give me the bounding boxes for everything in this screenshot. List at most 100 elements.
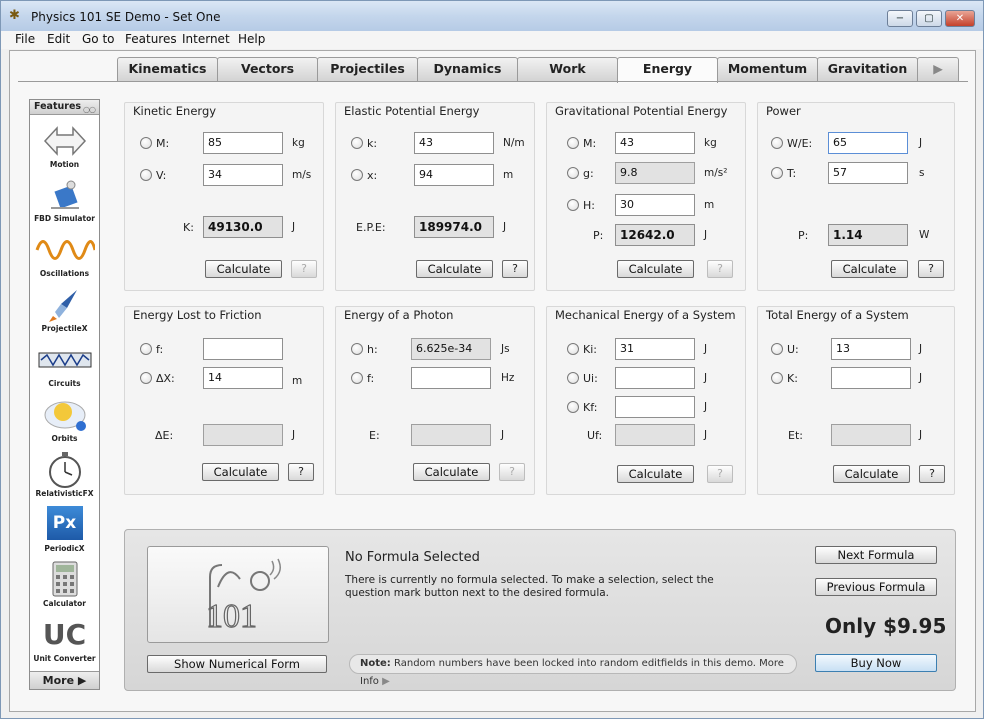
displacement-unit: m — [503, 169, 514, 181]
panel-title: Energy of a Photon — [344, 308, 454, 322]
menu-features[interactable]: Features — [125, 32, 177, 46]
time-field[interactable]: 57 — [828, 162, 908, 184]
formula-help-button[interactable]: ? — [499, 463, 525, 481]
radio-planck-constant[interactable] — [351, 343, 363, 355]
radio-mass[interactable] — [567, 137, 579, 149]
result-label: E: — [369, 429, 380, 442]
sidebar-item-calculator[interactable]: Calculator — [30, 561, 99, 608]
radio-gravity[interactable] — [567, 167, 579, 179]
calculate-button[interactable]: Calculate — [205, 260, 282, 278]
tab-vectors[interactable]: Vectors — [217, 57, 318, 81]
result-label: Et: — [788, 429, 803, 442]
next-formula-button[interactable]: Next Formula — [815, 546, 937, 564]
mass-label: M: — [156, 137, 170, 150]
tab-dynamics[interactable]: Dynamics — [417, 57, 518, 81]
formula-help-button[interactable]: ? — [291, 260, 317, 278]
radio-distance[interactable] — [140, 372, 152, 384]
ui-field[interactable] — [615, 367, 695, 389]
sidebar-view-toggle-icon[interactable]: ○○ — [83, 103, 96, 117]
total-energy-result — [831, 424, 911, 446]
sidebar-item-circuits[interactable]: Circuits — [30, 341, 99, 388]
note-text: Random numbers have been locked into ran… — [360, 658, 784, 687]
formula-help-button[interactable]: ? — [707, 260, 733, 278]
formula-help-button[interactable]: ? — [707, 465, 733, 483]
calculate-button[interactable]: Calculate — [617, 465, 694, 483]
radio-spring-constant[interactable] — [351, 137, 363, 149]
radio-kf[interactable] — [567, 401, 579, 413]
menu-goto[interactable]: Go to — [82, 32, 115, 46]
tab-scroll-right-button[interactable]: ▶ — [917, 57, 959, 81]
fbd-block-icon — [50, 180, 79, 209]
app-window: ✱ Physics 101 SE Demo - Set One − ▢ ✕ Fi… — [0, 0, 984, 719]
sidebar-header: Features ○○ — [30, 100, 99, 115]
gravity-field[interactable]: 9.8 — [615, 162, 695, 184]
demo-note[interactable]: Note: Random numbers have been locked in… — [349, 654, 797, 687]
maximize-button[interactable]: ▢ — [916, 10, 942, 27]
calculate-button[interactable]: Calculate — [413, 463, 490, 481]
sidebar-item-oscillations[interactable]: Oscillations — [30, 231, 99, 278]
buy-now-button[interactable]: Buy Now — [815, 654, 937, 672]
calculate-button[interactable]: Calculate — [833, 465, 910, 483]
kf-field[interactable] — [615, 396, 695, 418]
friction-force-field[interactable] — [203, 338, 283, 360]
kinetic-energy-field[interactable] — [831, 367, 911, 389]
formula-help-button[interactable]: ? — [502, 260, 528, 278]
formula-help-button[interactable]: ? — [288, 463, 314, 481]
tab-work[interactable]: Work — [517, 57, 618, 81]
calculate-button[interactable]: Calculate — [617, 260, 694, 278]
sidebar-item-unit-converter[interactable]: UC Unit Converter — [30, 616, 99, 663]
mass-field[interactable]: 43 — [615, 132, 695, 154]
sidebar-item-relativisticfx[interactable]: RelativisticFX — [30, 451, 99, 498]
sidebar-item-projectilex[interactable]: ProjectileX — [30, 286, 99, 333]
displacement-field[interactable]: 94 — [414, 164, 494, 186]
potential-energy-field[interactable]: 13 — [831, 338, 911, 360]
tab-energy[interactable]: Energy — [617, 57, 718, 83]
planck-constant-field[interactable]: 6.625e-34 — [411, 338, 491, 360]
sidebar-item-periodicx[interactable]: Px PeriodicX — [30, 506, 99, 553]
menu-help[interactable]: Help — [238, 32, 265, 46]
radio-frequency[interactable] — [351, 372, 363, 384]
velocity-field[interactable]: 34 — [203, 164, 283, 186]
tab-projectiles[interactable]: Projectiles — [317, 57, 418, 81]
sidebar-more-button[interactable]: More ▶ — [30, 671, 99, 689]
tab-kinematics[interactable]: Kinematics — [117, 57, 218, 81]
spring-constant-field[interactable]: 43 — [414, 132, 494, 154]
radio-height[interactable] — [567, 199, 579, 211]
sidebar-item-orbits[interactable]: Orbits — [30, 396, 99, 443]
mass-field[interactable]: 85 — [203, 132, 283, 154]
menu-internet[interactable]: Internet — [182, 32, 230, 46]
sidebar-item-motion[interactable]: Motion — [30, 122, 99, 169]
calculate-button[interactable]: Calculate — [831, 260, 908, 278]
formula-help-button[interactable]: ? — [919, 465, 945, 483]
distance-field[interactable]: 14 — [203, 367, 283, 389]
ki-field[interactable]: 31 — [615, 338, 695, 360]
radio-mass[interactable] — [140, 137, 152, 149]
tab-gravitation[interactable]: Gravitation — [817, 57, 918, 81]
sidebar-header-label: Features — [34, 101, 82, 112]
radio-time[interactable] — [771, 167, 783, 179]
tab-momentum[interactable]: Momentum — [717, 57, 818, 81]
radio-work[interactable] — [771, 137, 783, 149]
menu-file[interactable]: File — [15, 32, 35, 46]
formula-display-panel: 101 Show Numerical Form No Formula Selec… — [124, 529, 956, 691]
frequency-field[interactable] — [411, 367, 491, 389]
radio-friction-force[interactable] — [140, 343, 152, 355]
radio-displacement[interactable] — [351, 169, 363, 181]
minimize-button[interactable]: − — [887, 10, 913, 27]
radio-ki[interactable] — [567, 343, 579, 355]
work-field[interactable]: 65 — [828, 132, 908, 154]
previous-formula-button[interactable]: Previous Formula — [815, 578, 937, 596]
close-button[interactable]: ✕ — [945, 10, 975, 27]
sidebar-item-fbd-simulator[interactable]: FBD Simulator — [30, 176, 99, 223]
radio-ui[interactable] — [567, 372, 579, 384]
show-numerical-form-button[interactable]: Show Numerical Form — [147, 655, 327, 673]
formula-help-button[interactable]: ? — [918, 260, 944, 278]
radio-velocity[interactable] — [140, 169, 152, 181]
features-sidebar: Features ○○ Motion FBD Simulator Oscilla… — [29, 99, 100, 690]
height-field[interactable]: 30 — [615, 194, 695, 216]
radio-potential-energy[interactable] — [771, 343, 783, 355]
menu-edit[interactable]: Edit — [47, 32, 70, 46]
calculate-button[interactable]: Calculate — [416, 260, 493, 278]
calculate-button[interactable]: Calculate — [202, 463, 279, 481]
radio-kinetic-energy[interactable] — [771, 372, 783, 384]
